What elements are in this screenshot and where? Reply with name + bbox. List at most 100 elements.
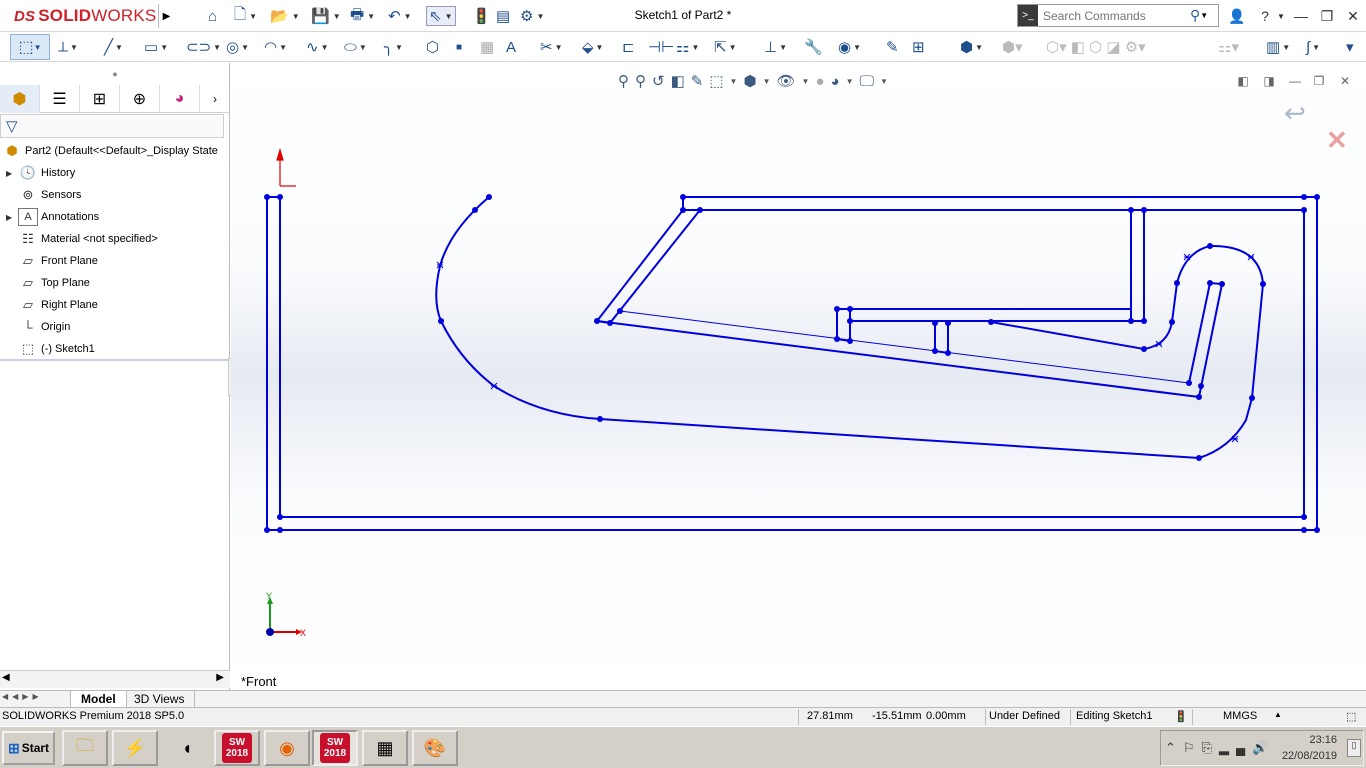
edit-appearance-icon[interactable]: ● [815, 73, 824, 90]
spline-button[interactable]: ∿ ▼ [306, 36, 329, 58]
taskbar-file-explorer[interactable]: 🗀 [62, 730, 108, 766]
solidworks-logo[interactable]: DS SOLID WORKS [0, 0, 158, 32]
taskbar-power-app[interactable]: ⚡ [112, 730, 158, 766]
tree-item-history[interactable]: ▶ 🕓 History [6, 162, 75, 184]
toolbar-more-icon[interactable]: ▾ [1346, 36, 1354, 58]
instant2d-icon[interactable]: ⊞ [912, 36, 925, 58]
tree-item-material[interactable]: ☷ Material <not specified> [6, 228, 158, 250]
home-icon[interactable]: ⌂ [208, 6, 217, 26]
tab-3d-views[interactable]: 3D Views [124, 691, 196, 707]
print-button[interactable]: 🖶 ▼ [350, 6, 375, 26]
graphics-area[interactable] [231, 63, 1366, 690]
tree-item-right-plane[interactable]: ▱ Right Plane [6, 294, 98, 316]
quick-snaps-button[interactable]: ◉ ▼ [838, 36, 861, 58]
new-document-button[interactable]: 🗋 ▼ [234, 6, 257, 26]
tab-feature-manager[interactable]: ⬢ [0, 85, 40, 113]
search-input[interactable] [1038, 8, 1186, 23]
taskbar-paint[interactable]: 🎨 [412, 730, 458, 766]
exit-sketch-confirm-icon[interactable]: ↩ [1284, 98, 1306, 129]
expand-arrow-icon[interactable]: ▶ [6, 169, 16, 178]
show-desktop-button[interactable]: ▯ [1347, 739, 1361, 757]
reference-geometry-button[interactable]: ▥ ▼ [1266, 36, 1290, 58]
move-entities-button[interactable]: ⇱ ▼ [714, 36, 737, 58]
chevron-right-icon[interactable]: › [200, 85, 230, 113]
tree-root-part[interactable]: ⬢ Part2 (Default<<Default>_Display State [2, 140, 218, 162]
viewport-close-icon[interactable]: ✕ [1336, 72, 1354, 90]
section-view-icon[interactable]: ◧ [671, 72, 685, 90]
start-button[interactable]: ⊞ Start [2, 731, 55, 765]
zoom-to-fit-icon[interactable]: ⚲ [618, 72, 629, 90]
tree-item-annotations[interactable]: ▶ A Annotations [6, 206, 99, 228]
point-icon[interactable]: ■ [456, 36, 462, 58]
taskbar-media-app[interactable]: ◖ [164, 730, 210, 766]
clock-date[interactable]: 22/08/2019 [1282, 750, 1337, 762]
tree-item-sensors[interactable]: ⊚ Sensors [6, 184, 82, 206]
unit-dropdown-icon[interactable]: ▲ [1274, 710, 1282, 719]
tree-rollback-bar[interactable] [0, 359, 228, 361]
rebuild-traffic-light-icon[interactable]: 🚦 [472, 6, 491, 26]
tab-configuration-manager[interactable]: ⊞ [80, 85, 120, 113]
rebuild-status-icon[interactable]: 🚦 [1174, 710, 1188, 723]
viewport-tile-left-icon[interactable]: ◧ [1234, 72, 1252, 90]
curves-button[interactable]: ∫ ▼ [1306, 36, 1320, 58]
tree-filter[interactable]: ▽ [0, 114, 224, 138]
status-resize-icon[interactable]: ⬚ [1346, 710, 1356, 723]
tab-dimxpert-manager[interactable]: ⊕ [120, 85, 160, 113]
arc-button[interactable]: ◠ ▼ [264, 36, 287, 58]
mirror-entities-icon[interactable]: ⊣⊢ [648, 36, 674, 58]
chevron-down-icon[interactable]: ▼ [1200, 11, 1208, 20]
view-settings-icon[interactable]: 🖵 [860, 73, 874, 90]
zoom-to-area-icon[interactable]: ⚲ [635, 72, 646, 90]
trim-button[interactable]: ✂ ▼ [540, 36, 563, 58]
search-icon[interactable]: ⚲ [1190, 7, 1200, 24]
display-style-icon[interactable]: ⬢ [743, 72, 756, 90]
tab-scroll-arrows-icon[interactable]: ◀◀▶▶ [2, 692, 66, 706]
restore-button[interactable]: ❐ [1316, 6, 1338, 26]
discard-sketch-icon[interactable]: ✕ [1326, 125, 1348, 156]
polygon-icon[interactable]: ⬡ [426, 36, 439, 58]
convert-entities-button[interactable]: ⬙ ▼ [582, 36, 603, 58]
repair-sketch-icon[interactable]: 🔧 [804, 36, 823, 58]
clock-time[interactable]: 23:16 [1309, 734, 1337, 746]
tree-item-top-plane[interactable]: ▱ Top Plane [6, 272, 90, 294]
menu-expand-arrow-icon[interactable]: ▶ [158, 4, 174, 28]
view-orientation-icon[interactable]: ⬚ [709, 72, 723, 90]
panel-split-handle[interactable]: ● [0, 63, 230, 85]
tree-item-origin[interactable]: └ Origin [6, 316, 70, 338]
tray-icons[interactable]: ⌃⚐⎘▂▄🔊 [1165, 740, 1275, 756]
select-button[interactable]: ⇖ ▼ [426, 6, 456, 26]
circle-button[interactable]: ◎ ▼ [226, 36, 249, 58]
apply-scene-icon[interactable]: ◕ [831, 73, 840, 90]
slot-button[interactable]: ⊂⊃ ▼ [186, 36, 221, 58]
file-properties-icon[interactable]: ▤ [496, 6, 510, 26]
scroll-right-icon[interactable]: ▶ [216, 672, 224, 683]
tree-item-front-plane[interactable]: ▱ Front Plane [6, 250, 98, 272]
taskbar-solidworks-2018-a[interactable]: SW 2018 [214, 730, 260, 766]
dynamic-annotation-icon[interactable]: ✎ [691, 72, 704, 90]
exit-sketch-button[interactable]: ⬚ ▼ [10, 34, 50, 60]
fillet-button[interactable]: ╮ ▼ [384, 36, 403, 58]
save-button[interactable]: 💾 ▼ [311, 6, 341, 26]
tab-display-manager[interactable]: ◕ [160, 85, 200, 113]
options-button[interactable]: ⚙ ▼ [520, 6, 544, 26]
text-icon[interactable]: A [506, 36, 516, 58]
rectangle-button[interactable]: ▭ ▼ [144, 36, 168, 58]
unit-system[interactable]: MMGS [1223, 710, 1257, 722]
offset-entities-icon[interactable]: ⊏ [622, 36, 635, 58]
taskbar-calculator[interactable]: ▦ [362, 730, 408, 766]
open-button[interactable]: 📂 ▼ [270, 6, 300, 26]
tab-property-manager[interactable]: ☰ [40, 85, 80, 113]
line-button[interactable]: ╱ ▼ [104, 36, 123, 58]
undo-button[interactable]: ↶ ▼ [388, 6, 412, 26]
ellipse-button[interactable]: ⬭ ▼ [344, 36, 367, 58]
tree-item-sketch1[interactable]: ⬚ (-) Sketch1 [6, 338, 95, 360]
rapid-sketch-icon[interactable]: ✎ [886, 36, 899, 58]
taskbar-firefox[interactable]: ◉ [264, 730, 310, 766]
assembly-button[interactable]: ⬢ ▼ [960, 36, 983, 58]
user-icon[interactable]: 👤 [1226, 6, 1248, 26]
taskbar-solidworks-2018-b[interactable]: SW 2018 [312, 730, 358, 766]
minimize-button[interactable]: — [1290, 6, 1312, 26]
scroll-left-icon[interactable]: ◀ [2, 672, 10, 683]
help-dropdown-icon[interactable]: ▼ [1270, 6, 1292, 26]
previous-view-icon[interactable]: ↺ [652, 72, 665, 90]
